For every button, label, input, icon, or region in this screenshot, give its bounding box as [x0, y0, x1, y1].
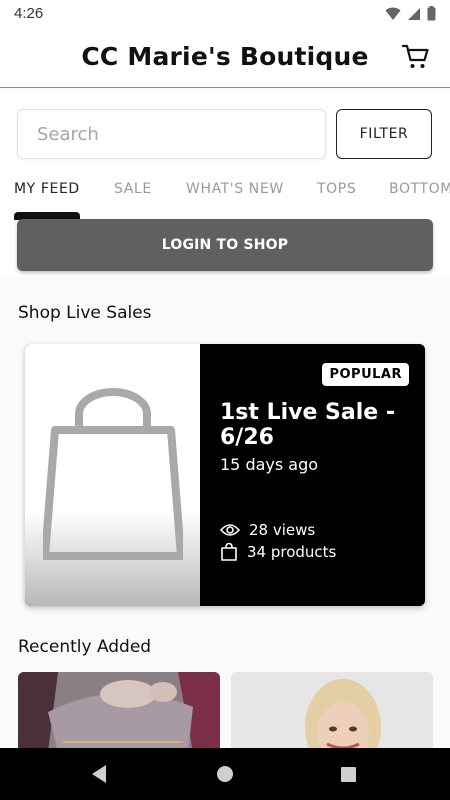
home-icon[interactable] [216, 764, 234, 784]
nav-bar [0, 748, 450, 800]
status-bar: 4:26 [0, 0, 450, 28]
app-title: CC Marie's Boutique [81, 42, 369, 71]
wifi-icon [385, 7, 401, 20]
filter-button[interactable]: FILTER [336, 109, 432, 159]
category-tabs: MY FEED SALE WHAT'S NEW TOPS BOTTOMS [0, 181, 450, 220]
tab-my-feed[interactable]: MY FEED [14, 181, 80, 197]
live-sale-products: 34 products [220, 543, 336, 561]
screen: 4:26 CC Marie's Boutique Search FILTER M… [0, 0, 450, 800]
shopping-bag-icon [43, 388, 183, 560]
live-sale-info: POPULAR 1st Live Sale - 6/26 15 days ago… [200, 344, 425, 606]
live-sale-time: 15 days ago [220, 455, 319, 474]
section-title-live-sales: Shop Live Sales [18, 303, 152, 323]
live-sale-card[interactable]: POPULAR 1st Live Sale - 6/26 15 days ago… [25, 344, 425, 606]
recent-product-card[interactable] [18, 672, 220, 752]
search-input[interactable]: Search [17, 109, 326, 159]
search-area: Search FILTER MY FEED SALE WHAT'S NEW TO… [0, 89, 450, 277]
tab-tops[interactable]: TOPS [317, 181, 356, 197]
back-icon[interactable] [90, 764, 108, 784]
live-sale-title: 1st Live Sale - 6/26 [220, 400, 396, 450]
bag-icon [221, 543, 237, 561]
app-header: CC Marie's Boutique [0, 28, 450, 88]
signal-icon [408, 7, 420, 20]
status-icons [385, 6, 436, 21]
eye-icon [220, 524, 240, 536]
recents-icon[interactable] [340, 764, 358, 784]
live-sale-views: 28 views [220, 521, 315, 539]
popular-badge: POPULAR [322, 363, 409, 386]
tab-bottoms[interactable]: BOTTOMS [389, 181, 450, 197]
section-title-recently-added: Recently Added [18, 637, 152, 657]
cart-icon [401, 44, 429, 68]
cart-button[interactable] [401, 44, 430, 70]
products-count: 34 products [247, 543, 337, 561]
live-sale-image [25, 344, 200, 606]
product-photo [18, 672, 220, 752]
status-time: 4:26 [14, 5, 44, 22]
login-button[interactable]: LOGIN TO SHOP [17, 219, 433, 271]
battery-icon [427, 6, 436, 21]
search-placeholder: Search [37, 124, 99, 145]
product-photo [231, 672, 433, 752]
tab-sale[interactable]: SALE [114, 181, 152, 197]
views-count: 28 views [249, 521, 316, 539]
tab-whats-new[interactable]: WHAT'S NEW [186, 181, 284, 197]
recent-product-card[interactable] [231, 672, 433, 752]
